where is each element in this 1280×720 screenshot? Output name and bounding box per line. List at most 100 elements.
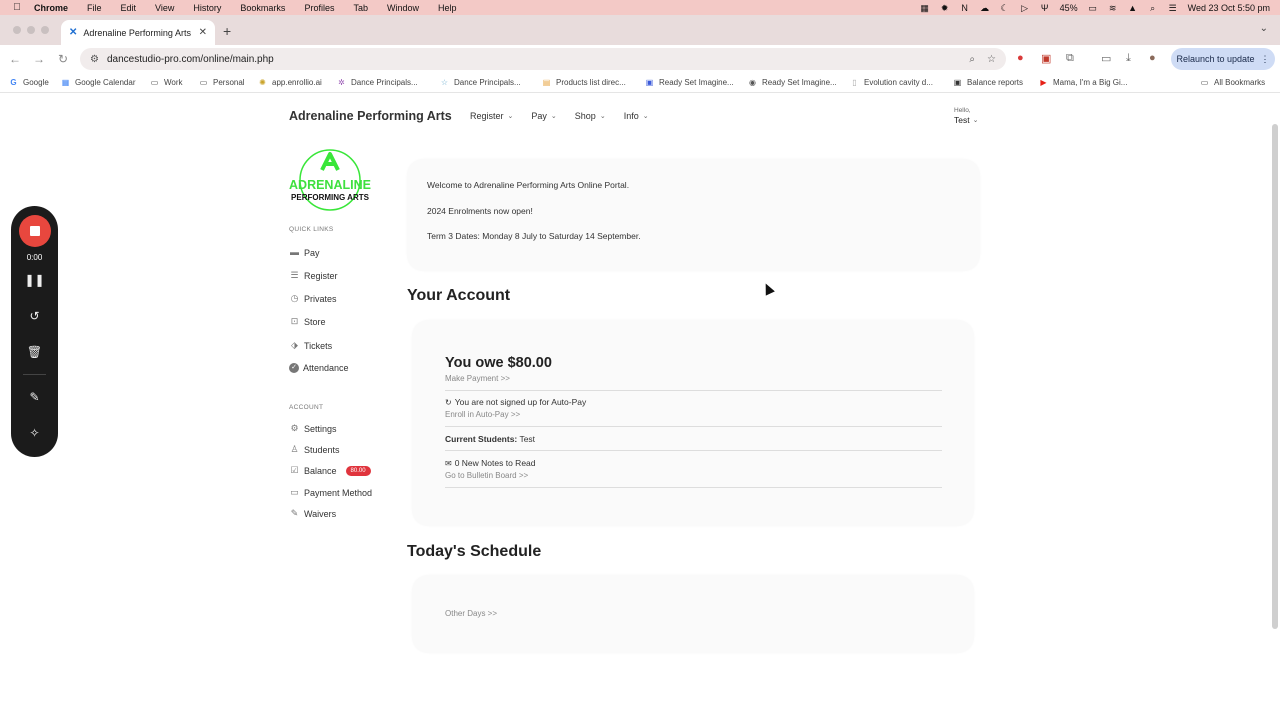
zoom-window-button[interactable] bbox=[41, 26, 49, 34]
trash-icon[interactable]: 🗑 bbox=[11, 345, 58, 359]
back-icon[interactable]: ← bbox=[3, 52, 27, 66]
menu-clock[interactable]: Wed 23 Oct 5:50 pm bbox=[1188, 3, 1270, 13]
extensions-puzzle-icon[interactable]: ⧉ bbox=[1066, 52, 1074, 65]
nav-pay[interactable]: Pay ⌄ bbox=[531, 111, 556, 121]
apple-icon[interactable]:  bbox=[0, 2, 34, 13]
dance-principals-icon: ✲ bbox=[338, 78, 345, 87]
extension-red-icon[interactable]: ● bbox=[1017, 52, 1024, 64]
quick-link-register[interactable]: ☰ Register bbox=[289, 270, 337, 281]
quick-link-tickets[interactable]: ⬗ Tickets bbox=[289, 340, 332, 351]
cloud-icon[interactable]: ☁ bbox=[980, 3, 990, 13]
all-bookmarks[interactable]: ▭ All Bookmarks bbox=[1200, 78, 1265, 87]
user-menu[interactable]: Test ⌄ bbox=[954, 115, 978, 125]
bookmark-label: Ready Set Imagine... bbox=[659, 78, 734, 87]
menu-help[interactable]: Help bbox=[438, 3, 457, 13]
tuning-fork-icon[interactable]: Ψ bbox=[1040, 3, 1050, 13]
account-link-students[interactable]: ♙ Students bbox=[289, 444, 339, 455]
battery-icon[interactable]: ▭ bbox=[1088, 3, 1098, 13]
url-text[interactable]: dancestudio-pro.com/online/main.php bbox=[107, 54, 957, 65]
quick-links-label: QUICK LINKS bbox=[289, 226, 334, 233]
notification-icon[interactable]: ▲ bbox=[1128, 3, 1138, 13]
gear-icon[interactable]: ✹ bbox=[940, 3, 950, 13]
profile-avatar-icon[interactable]: ● bbox=[1149, 52, 1156, 64]
menu-bookmarks[interactable]: Bookmarks bbox=[240, 3, 285, 13]
quick-link-privates[interactable]: ◷ Privates bbox=[289, 293, 337, 304]
close-window-button[interactable] bbox=[13, 26, 21, 34]
zoom-icon[interactable]: ⌕ bbox=[969, 54, 975, 65]
tab-search-chevron-icon[interactable]: ⌄ bbox=[1260, 23, 1268, 34]
bookmark-ready-set-imagine-1[interactable]: ▣ Ready Set Imagine... bbox=[645, 78, 734, 87]
enroll-autopay-link[interactable]: Enroll in Auto-Pay >> bbox=[445, 410, 520, 419]
bookmark-google-calendar[interactable]: ▦ Google Calendar bbox=[61, 78, 136, 87]
bookmark-star-icon[interactable]: ☆ bbox=[987, 54, 996, 65]
divider bbox=[445, 487, 942, 488]
menu-app-name[interactable]: Chrome bbox=[34, 3, 68, 13]
moon-icon[interactable]: ☾ bbox=[1000, 3, 1010, 13]
quick-link-attendance[interactable]: ✓ Attendance bbox=[289, 363, 349, 373]
bookmark-folder-work[interactable]: ▭ Work bbox=[150, 78, 183, 87]
play-icon[interactable]: ▷ bbox=[1020, 3, 1030, 13]
welcome-card: Welcome to Adrenaline Performing Arts On… bbox=[407, 159, 980, 271]
pencil-icon[interactable]: ✎ bbox=[11, 390, 58, 404]
active-tab[interactable]: ✕ Adrenaline Performing Arts ✕ bbox=[61, 20, 215, 45]
account-link-payment-method[interactable]: ▭ Payment Method bbox=[289, 487, 372, 498]
magic-wand-icon[interactable]: ✧ bbox=[11, 426, 58, 440]
make-payment-link[interactable]: Make Payment >> bbox=[445, 374, 510, 383]
menu-history[interactable]: History bbox=[193, 3, 221, 13]
menu-view[interactable]: View bbox=[155, 3, 174, 13]
bookmark-youtube-video[interactable]: ▶ Mama, I'm a Big Gi... bbox=[1039, 78, 1127, 87]
bookmark-google[interactable]: G Google bbox=[9, 78, 48, 87]
menu-file[interactable]: File bbox=[87, 3, 102, 13]
page-scrollbar[interactable] bbox=[1272, 124, 1278, 629]
user-name: Test bbox=[954, 115, 970, 125]
bulletin-board-link[interactable]: Go to Bulletin Board >> bbox=[445, 471, 528, 480]
bookmark-balance-reports[interactable]: ▣ Balance reports bbox=[953, 78, 1023, 87]
bookmark-folder-personal[interactable]: ▭ Personal bbox=[199, 78, 245, 87]
reload-icon[interactable]: ↻ bbox=[51, 52, 75, 66]
site-info-icon[interactable]: ⚙ bbox=[90, 54, 99, 65]
control-center-icon[interactable]: ☰ bbox=[1168, 3, 1178, 13]
cast-icon[interactable]: ▭ bbox=[1101, 52, 1111, 65]
menu-window[interactable]: Window bbox=[387, 3, 419, 13]
wifi-icon[interactable]: ≋ bbox=[1108, 3, 1118, 13]
gear-icon: ⚙ bbox=[290, 423, 299, 433]
forward-icon[interactable]: → bbox=[27, 52, 51, 66]
calendar-icon[interactable]: ▦ bbox=[920, 3, 930, 13]
nav-register[interactable]: Register ⌄ bbox=[470, 111, 513, 121]
bookmark-evolution-cavity[interactable]: ▯ Evolution cavity d... bbox=[850, 78, 933, 87]
pause-icon[interactable]: ❚❚ bbox=[11, 273, 58, 287]
more-menu-icon[interactable]: ⋮ bbox=[1261, 54, 1270, 65]
download-icon[interactable]: ⤓ bbox=[1126, 52, 1131, 65]
restart-icon[interactable]: ↺ bbox=[11, 309, 58, 323]
notion-icon[interactable]: N bbox=[960, 3, 970, 13]
menu-edit[interactable]: Edit bbox=[121, 3, 137, 13]
search-icon[interactable]: ⌕ bbox=[1148, 3, 1158, 13]
adrenaline-logo[interactable]: ADRENALINE PERFORMING ARTS bbox=[289, 148, 371, 212]
stop-recording-button[interactable] bbox=[19, 215, 51, 247]
bookmark-products-list[interactable]: ▤ Products list direc... bbox=[542, 78, 626, 87]
menu-tab[interactable]: Tab bbox=[353, 3, 368, 13]
quick-link-store[interactable]: ⊡ Store bbox=[289, 316, 326, 327]
nav-shop[interactable]: Shop ⌄ bbox=[575, 111, 606, 121]
nav-info[interactable]: Info ⌄ bbox=[624, 111, 649, 121]
relaunch-to-update-button[interactable]: Relaunch to update ⋮ bbox=[1171, 48, 1275, 70]
bookmark-dance-principals-1[interactable]: ✲ Dance Principals... bbox=[337, 78, 418, 87]
current-students-value: Test bbox=[517, 434, 536, 444]
address-bar[interactable]: ⚙ dancestudio-pro.com/online/main.php ⌕ … bbox=[80, 48, 1006, 70]
extension-reader-icon[interactable]: ▣ bbox=[1041, 52, 1051, 65]
account-link-waivers[interactable]: ✎ Waivers bbox=[289, 508, 336, 519]
close-tab-icon[interactable]: ✕ bbox=[199, 27, 207, 38]
account-link-balance[interactable]: ☑ Balance 80.00 bbox=[289, 465, 371, 476]
quick-link-pay[interactable]: ▬ Pay bbox=[289, 247, 320, 258]
site-brand[interactable]: Adrenaline Performing Arts bbox=[289, 109, 452, 123]
menu-profiles[interactable]: Profiles bbox=[304, 3, 334, 13]
minimize-window-button[interactable] bbox=[27, 26, 35, 34]
welcome-line-3: Term 3 Dates: Monday 8 July to Saturday … bbox=[427, 231, 641, 241]
bookmark-ready-set-imagine-2[interactable]: ◉ Ready Set Imagine... bbox=[748, 78, 837, 87]
divider bbox=[23, 374, 46, 375]
other-days-link[interactable]: Other Days >> bbox=[445, 609, 497, 618]
account-link-settings[interactable]: ⚙ Settings bbox=[289, 423, 336, 434]
new-tab-icon[interactable]: + bbox=[223, 23, 231, 39]
bookmark-enrollio[interactable]: ✺ app.enrollio.ai bbox=[258, 78, 322, 87]
bookmark-dance-principals-2[interactable]: ☆ Dance Principals... bbox=[440, 78, 521, 87]
